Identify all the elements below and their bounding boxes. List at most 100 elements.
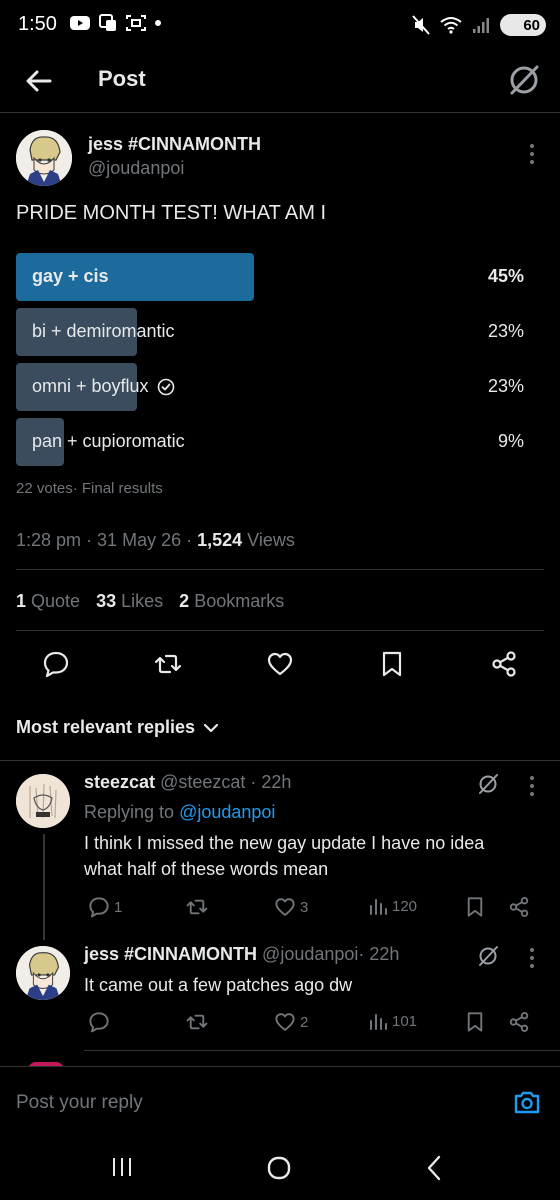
quotes-count: 1 (16, 591, 27, 611)
signal-icon (473, 18, 489, 33)
avatar-image (16, 946, 70, 1000)
reply-header[interactable]: steezcat @steezcat · 22h (84, 772, 291, 793)
system-navigation-bar (0, 1138, 560, 1200)
reply-like-button[interactable]: 2 (274, 1011, 308, 1033)
reply-bookmark-button[interactable] (464, 1011, 486, 1033)
thread-line (43, 834, 45, 940)
grok-icon[interactable] (506, 62, 542, 98)
views-count: 1,524 (197, 530, 243, 550)
reply-retweet-button[interactable] (186, 1011, 212, 1033)
status-bar: 1:50 60 (0, 0, 560, 50)
like-icon[interactable] (266, 650, 294, 678)
reply-views-button[interactable]: 120 (368, 896, 417, 916)
reply-share-button[interactable] (508, 1011, 530, 1033)
cast-icon (99, 14, 116, 31)
arrow-left-icon[interactable] (22, 64, 56, 98)
camera-icon[interactable] (512, 1087, 542, 1117)
poll-option-percent: 23% (487, 376, 524, 396)
poll-option-label: bi + demiromantic (32, 321, 175, 342)
poll-option-text: omni + boyflux (32, 376, 149, 396)
reply-display-name: jess #CINNAMONTH (84, 944, 258, 964)
reply-icon (89, 897, 109, 918)
reply-handle: @steezcat (160, 772, 246, 792)
poll-status: · Final results (72, 480, 163, 497)
replies-divider (0, 760, 560, 761)
bookmarks-label: Bookmarks (194, 591, 285, 611)
replies-sort-dropdown[interactable]: Most relevant replies (16, 717, 219, 738)
poll-option-text: pan + cupioromatic (32, 431, 185, 451)
reply-header[interactable]: jess #CINNAMONTH @joudanpoi· 22h (84, 944, 399, 965)
author-display-name: jess #CINNAMONTH (88, 134, 262, 154)
likes-count: 33 (96, 591, 117, 611)
quotes-stat[interactable]: 1 Quote (16, 591, 80, 612)
more-options-icon[interactable] (522, 774, 542, 798)
reply-like-button[interactable]: 3 (274, 896, 308, 918)
more-options-icon[interactable] (522, 946, 542, 970)
back-nav-icon[interactable] (424, 1154, 444, 1182)
poll-option-percent: 45% (487, 266, 524, 286)
views-icon (370, 899, 387, 915)
reply-composer[interactable]: Post your reply (0, 1066, 560, 1138)
stats-divider-bottom (16, 630, 544, 631)
recent-apps-icon[interactable] (110, 1156, 134, 1178)
reply-reply-button[interactable] (88, 1011, 114, 1033)
author-name[interactable]: jess #CINNAMONTH (88, 134, 261, 155)
chevron-down-icon (203, 723, 219, 732)
avatar[interactable] (16, 130, 72, 186)
reply-retweet-button[interactable] (186, 896, 212, 918)
grok-icon[interactable] (476, 772, 500, 796)
poll-option-label: pan + cupioromatic (32, 431, 185, 452)
poll-option-percent: 23% (487, 321, 524, 341)
bookmarks-stat[interactable]: 2 Bookmarks (179, 591, 284, 612)
author-handle[interactable]: @joudanpoi (88, 158, 184, 179)
replies-sort-label: Most relevant replies (16, 717, 196, 737)
grok-icon[interactable] (476, 944, 500, 968)
home-icon[interactable] (266, 1155, 292, 1181)
post-action-bar (0, 646, 560, 682)
replying-to: Replying to @joudanpoi (84, 802, 275, 823)
reply-share-button[interactable] (508, 896, 530, 918)
bookmark-icon[interactable] (378, 650, 406, 678)
bookmark-icon (467, 1012, 483, 1032)
stats-divider-top (16, 569, 544, 570)
share-icon (509, 897, 529, 917)
poll-option: pan + cupioromatic 9% (16, 418, 544, 466)
reply-views-count: 120 (392, 897, 418, 915)
more-options-icon[interactable] (522, 142, 542, 166)
reply-avatar[interactable] (16, 774, 70, 828)
likes-stat[interactable]: 33 Likes (96, 591, 163, 612)
reply-time: · 22h (250, 772, 292, 792)
replying-to-label: Replying to (84, 802, 175, 822)
reply-display-name: steezcat (84, 772, 156, 792)
post-timestamp: 1:28 pm · 31 May 26 · 1,524 Views (16, 530, 295, 550)
reply-action-bar: 2 101 (84, 1011, 544, 1039)
reply-bookmark-button[interactable] (464, 896, 486, 918)
poll-option-label: omni + boyflux (32, 376, 175, 397)
reply-icon[interactable] (42, 650, 70, 678)
reply-text: I think I missed the new gay update I ha… (84, 830, 544, 882)
battery-indicator: 60 (500, 14, 546, 36)
reply-text-line: what half of these words mean (84, 859, 329, 879)
replying-to-mention[interactable]: @joudanpoi (179, 802, 275, 822)
reply-icon (89, 1012, 109, 1033)
reply-views-button[interactable]: 101 (368, 1011, 417, 1031)
header-divider (0, 112, 560, 113)
poll-option: gay + cis 45% (16, 253, 544, 301)
poll-option: bi + demiromantic 23% (16, 308, 544, 356)
notification-icons (70, 14, 162, 32)
share-icon[interactable] (490, 650, 518, 678)
post-date[interactable]: 31 May 26 (97, 530, 181, 550)
reply-handle: @joudanpoi (262, 944, 359, 964)
poll-option-label: gay + cis (32, 266, 109, 287)
poll-option-text: gay + cis (32, 266, 109, 286)
reply-reply-button[interactable]: 1 (88, 896, 122, 918)
retweet-icon[interactable] (154, 650, 182, 678)
reply-time: · 22h (358, 944, 400, 964)
reply-likes-count: 3 (300, 898, 309, 916)
system-icons: 60 (412, 14, 546, 36)
likes-label: Likes (121, 591, 164, 611)
reply-input[interactable]: Post your reply (16, 1092, 143, 1114)
like-icon (275, 898, 295, 916)
reply-action-bar: 1 3 120 (84, 896, 544, 924)
reply-avatar[interactable] (16, 946, 70, 1000)
